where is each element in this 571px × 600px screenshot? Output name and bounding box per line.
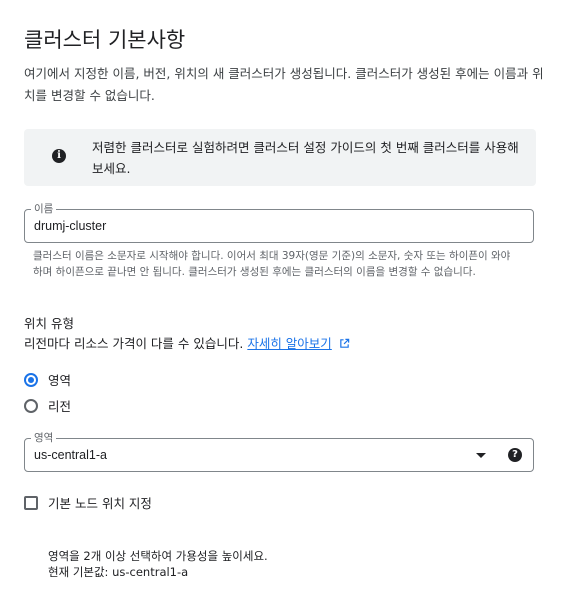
cluster-name-input[interactable]: drumj-cluster — [34, 219, 106, 233]
info-banner-text: 저렴한 클러스터로 실험하려면 클러스터 설정 가이드의 첫 번째 클러스터를 … — [92, 140, 519, 176]
radio-regional-label: 리전 — [48, 399, 72, 414]
zone-select-label: 영역 — [31, 431, 57, 445]
info-banner: i 저렴한 클러스터로 실험하려면 클러스터 설정 가이드의 첫 번째 클러스터… — [24, 129, 536, 186]
zone-select[interactable]: 영역 us-central1-a ? — [24, 431, 534, 472]
radio-regional-indicator[interactable] — [24, 398, 38, 413]
radio-zonal-indicator[interactable] — [24, 372, 38, 387]
default-node-locations-label: 기본 노드 위치 지정 — [48, 496, 152, 511]
default-node-locations-checkbox[interactable]: 기본 노드 위치 지정 — [24, 493, 152, 512]
help-icon[interactable]: ? — [508, 448, 522, 462]
chevron-down-icon[interactable] — [476, 453, 486, 458]
cluster-name-field[interactable]: 이름 drumj-cluster — [24, 202, 534, 243]
zone-note-line2: 현재 기본값: us-central1-a — [48, 565, 189, 579]
external-link-icon[interactable] — [339, 338, 350, 349]
info-icon: i — [52, 149, 66, 163]
radio-zonal-label: 영역 — [48, 373, 72, 388]
cluster-name-label: 이름 — [31, 202, 57, 216]
page-title: 클러스터 기본사항 — [24, 28, 186, 52]
zone-select-value[interactable]: us-central1-a — [34, 448, 107, 462]
location-price-note: 리전마다 리소스 가격이 다를 수 있습니다. — [24, 336, 244, 351]
cluster-basics-panel: 클러스터 기본사항 여기에서 지정한 이름, 버전, 위치의 새 클러스터가 생… — [0, 0, 571, 600]
location-type-heading: 위치 유형 — [24, 316, 74, 331]
radio-regional[interactable]: 리전 — [24, 396, 71, 415]
learn-more-link[interactable]: 자세히 알아보기 — [247, 336, 331, 351]
location-type-description: 리전마다 리소스 가격이 다를 수 있습니다. 자세히 알아보기 — [24, 333, 350, 352]
radio-zonal[interactable]: 영역 — [24, 370, 71, 389]
zone-availability-note: 영역을 2개 이상 선택하여 가용성을 높이세요. 현재 기본값: us-cen… — [48, 548, 268, 580]
cluster-name-hint: 클러스터 이름은 소문자로 시작해야 합니다. 이어서 최대 39자(영문 기준… — [33, 250, 511, 278]
default-node-locations-box[interactable] — [24, 495, 38, 510]
zone-note-line1: 영역을 2개 이상 선택하여 가용성을 높이세요. — [48, 549, 268, 563]
page-description: 여기에서 지정한 이름, 버전, 위치의 새 클러스터가 생성됩니다. 클러스터… — [24, 66, 544, 103]
